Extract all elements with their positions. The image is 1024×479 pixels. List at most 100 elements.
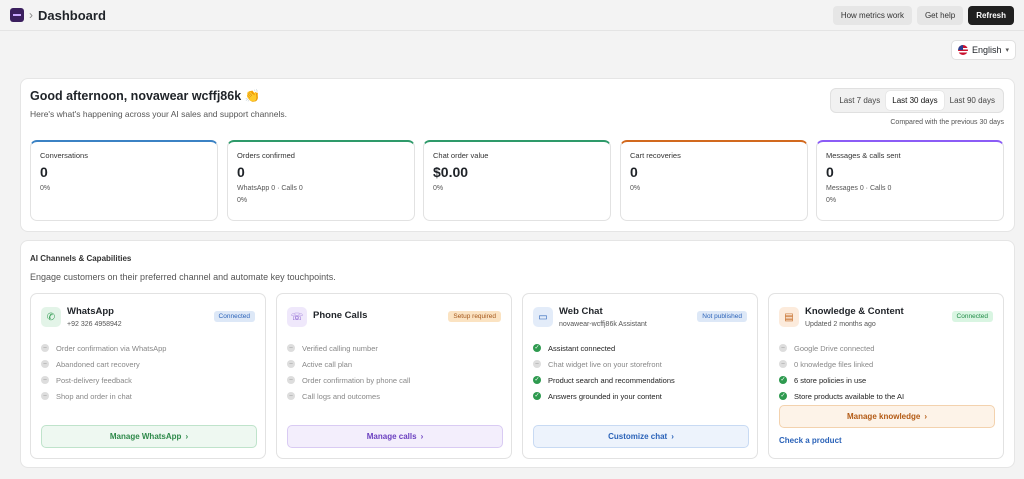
feature-text: Post-delivery feedback: [56, 375, 132, 385]
language-selector[interactable]: English ▾: [950, 40, 1016, 60]
feature-list: – Verified calling number – Active call pla…: [287, 340, 410, 404]
feature-item: – Order confirmation by phone call: [287, 372, 410, 388]
feature-item: – Verified calling number: [287, 340, 410, 356]
metric-label: Chat order value: [433, 151, 489, 160]
minus-circle-icon: –: [41, 344, 49, 352]
minus-circle-icon: –: [287, 344, 295, 352]
manage-calls-button[interactable]: Manage calls ›: [287, 425, 503, 448]
metric-change: 0%: [433, 185, 444, 192]
updated-time: Updated 2 months ago: [805, 321, 876, 328]
status-badge: Connected: [213, 311, 255, 322]
minus-circle-icon: –: [779, 360, 787, 368]
metric-card-orders-confirmed: Orders confirmed 0 WhatsApp 0 · Calls 0 …: [227, 140, 415, 221]
feature-text: Order confirmation via WhatsApp: [56, 343, 167, 353]
feature-text: Product search and recommendations: [548, 375, 675, 385]
minus-circle-icon: –: [287, 392, 295, 400]
whatsapp-icon: ✆: [41, 307, 61, 327]
feature-item: ✓ Store products available to the AI: [779, 388, 904, 404]
feature-item: – Order confirmation via WhatsApp: [41, 340, 166, 356]
metric-change: 0%: [826, 197, 837, 204]
channels-subtitle: Engage customers on their preferred chan…: [30, 272, 336, 282]
metric-breakdown: Messages 0 · Calls 0: [826, 185, 892, 192]
feature-text: Order confirmation by phone call: [302, 375, 411, 385]
status-badge: Not published: [697, 311, 747, 322]
feature-list: – Order confirmation via WhatsApp – Abandon…: [41, 340, 166, 404]
minus-circle-icon: –: [41, 376, 49, 384]
assistant-name: novawear-wcffj86k Assistant: [559, 321, 647, 328]
chevron-down-icon: ▾: [1005, 47, 1009, 54]
minus-circle-icon: –: [779, 344, 787, 352]
header-divider: [0, 30, 1024, 31]
feature-text: Chat widget live on your storefront: [548, 359, 662, 369]
metric-card-messages-calls-sent: Messages & calls sent 0 Messages 0 · Cal…: [816, 140, 1004, 221]
metric-label: Orders confirmed: [237, 151, 295, 160]
check-circle-icon: ✓: [779, 376, 787, 384]
metric-label: Messages & calls sent: [826, 151, 901, 160]
feature-text: Shop and order in chat: [56, 391, 132, 401]
document-icon: ▤: [779, 307, 799, 327]
check-circle-icon: ✓: [779, 392, 787, 400]
feature-text: Assistant connected: [548, 343, 616, 353]
refresh-button[interactable]: Refresh: [968, 5, 1014, 25]
feature-list: – Google Drive connected –0 knowledge file…: [779, 340, 904, 404]
button-label: Manage knowledge: [846, 412, 921, 421]
feature-item: – Active call plan: [287, 356, 410, 372]
language-label: English: [971, 45, 1002, 55]
feature-item: – Post-delivery feedback: [41, 372, 166, 388]
get-help-button[interactable]: Get help: [916, 5, 964, 25]
button-label: Manage calls: [366, 432, 417, 441]
channel-name: Web Chat: [559, 306, 603, 317]
check-product-link[interactable]: Check a product: [779, 436, 842, 445]
metric-card-conversations: Conversations 0 0%: [30, 140, 218, 221]
overview-panel: Good afternoon, novawear wcffj86k 👏 Here…: [20, 78, 1015, 232]
channel-card-web-chat: ▭ Web Chat novawear-wcffj86k Assistant N…: [522, 293, 758, 459]
channel-name: WhatsApp: [67, 306, 114, 317]
channel-phone: +92 326 4958942: [67, 321, 122, 328]
greeting: Good afternoon, novawear wcffj86k 👏: [30, 89, 261, 103]
chevron-right-icon: ›: [671, 432, 674, 441]
minus-circle-icon: –: [41, 360, 49, 368]
manage-knowledge-button[interactable]: Manage knowledge ›: [779, 405, 995, 428]
minus-circle-icon: –: [287, 360, 295, 368]
manage-whatsapp-button[interactable]: Manage WhatsApp ›: [41, 425, 257, 448]
feature-item: ✓ 6 store policies in use: [779, 372, 904, 388]
feature-text: Active call plan: [302, 359, 353, 369]
chevron-right-icon: ›: [420, 432, 424, 441]
greeting-subtitle: Here's what's happening across your AI s…: [30, 109, 287, 119]
metric-value: 0: [40, 164, 48, 180]
minus-circle-icon: –: [287, 376, 295, 384]
feature-item: – Call logs and outcomes: [287, 388, 410, 404]
metric-change: 0%: [630, 185, 641, 192]
phone-icon: ☏: [287, 307, 307, 327]
metric-label: Cart recoveries: [630, 151, 681, 160]
metric-change: 0%: [40, 185, 51, 192]
check-circle-icon: ✓: [533, 376, 541, 384]
channels-panel: AI Channels & Capabilities Engage custom…: [20, 240, 1015, 468]
metric-value: 0: [630, 164, 638, 180]
feature-item: ✓ Assistant connected: [533, 340, 675, 356]
metric-value: 0: [237, 164, 245, 180]
customize-chat-button[interactable]: Customize chat ›: [533, 425, 749, 448]
feature-text: Answers grounded in your content: [548, 391, 662, 401]
range-7-days[interactable]: Last 7 days: [833, 91, 886, 110]
feature-text: Google Drive connected: [794, 343, 875, 353]
check-circle-icon: ✓: [533, 392, 541, 400]
date-range-switcher: Last 7 days Last 30 days Last 90 days: [830, 88, 1004, 113]
channels-title: AI Channels & Capabilities: [30, 254, 132, 263]
metric-value: $0.00: [433, 164, 469, 180]
how-metrics-work-button[interactable]: How metrics work: [832, 5, 912, 25]
status-badge: Setup required: [448, 311, 501, 322]
feature-item: – Chat widget live on your storefront: [533, 356, 675, 372]
comparison-note: Compared with the previous 30 days: [890, 119, 1004, 126]
feature-list: ✓ Assistant connected – Chat widget live on…: [533, 340, 675, 404]
chevron-right-icon: ›: [924, 412, 928, 421]
chevron-right-icon: ›: [185, 432, 189, 441]
metric-label: Conversations: [40, 151, 88, 160]
metric-card-cart-recoveries: Cart recoveries 0 0%: [620, 140, 808, 221]
breadcrumb-chevron-icon: ›: [29, 8, 33, 22]
range-30-days[interactable]: Last 30 days: [886, 91, 944, 110]
feature-item: –0 knowledge files linked: [779, 356, 904, 372]
range-90-days[interactable]: Last 90 days: [944, 91, 1001, 110]
app-logo[interactable]: [10, 8, 24, 22]
feature-item: – Google Drive connected: [779, 340, 904, 356]
